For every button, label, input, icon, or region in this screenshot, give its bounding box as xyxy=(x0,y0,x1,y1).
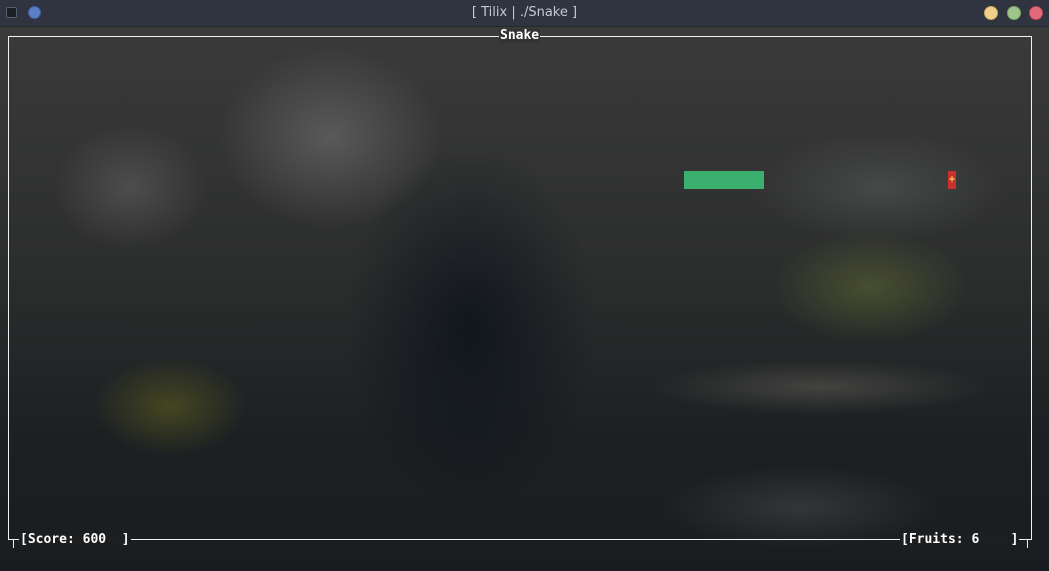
maximize-button[interactable] xyxy=(1007,6,1021,20)
game-border xyxy=(8,36,1032,540)
snake-body xyxy=(684,171,764,189)
border-tick-left xyxy=(13,540,14,548)
score-label: [Score: 600 ] xyxy=(19,532,131,547)
terminal-area[interactable]: Snake [Score: 600 ] [Fruits: 6 ] + xyxy=(0,27,1049,571)
window-titlebar: [ Tilix | ./Snake ] xyxy=(0,0,1049,27)
border-tick-right xyxy=(1027,540,1028,548)
minimize-button[interactable] xyxy=(984,6,998,20)
close-button[interactable] xyxy=(1029,6,1043,20)
fruits-label: [Fruits: 6 ] xyxy=(900,532,1020,547)
game-title: Snake xyxy=(499,28,541,43)
fruit: + xyxy=(948,171,956,189)
window-title: [ Tilix | ./Snake ] xyxy=(471,5,578,20)
